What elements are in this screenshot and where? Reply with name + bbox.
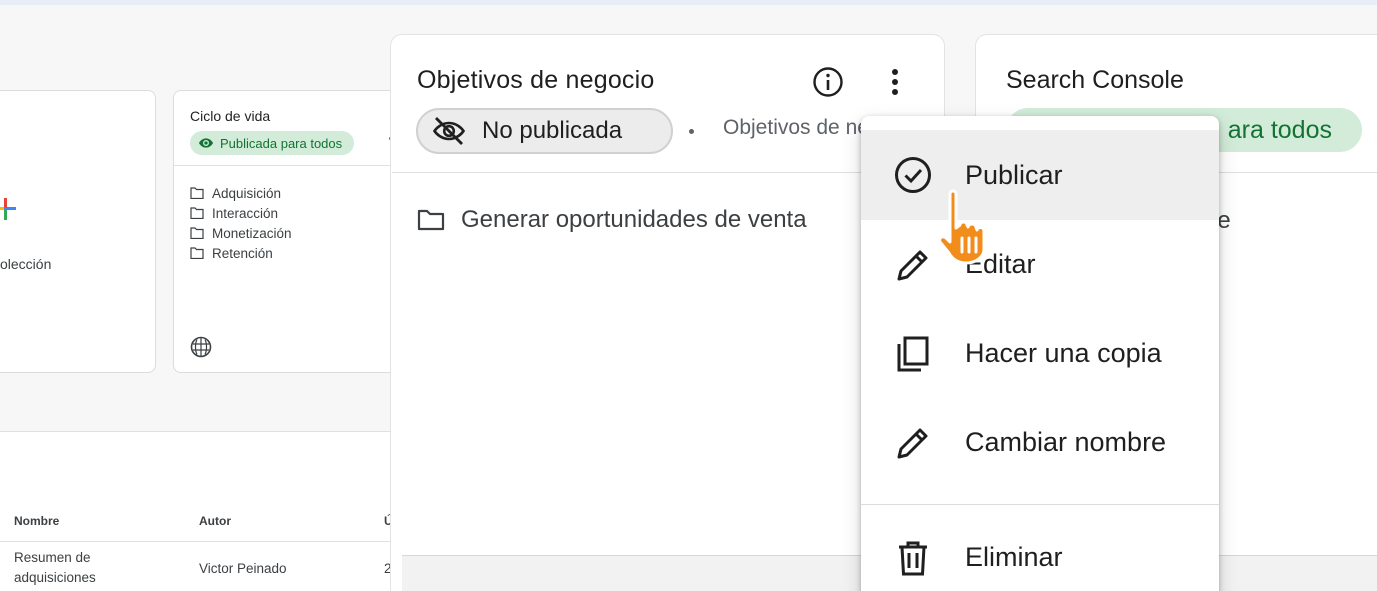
separator-dot [689, 129, 694, 134]
check-circle-icon [895, 157, 931, 193]
more-vert-icon [892, 69, 898, 95]
folder-icon [190, 227, 204, 239]
menu-item-rename[interactable]: Cambiar nombre [861, 398, 1219, 487]
collection-label: olección [0, 256, 52, 272]
more-options-button[interactable] [877, 64, 913, 100]
menu-item-label: Eliminar [965, 542, 1063, 572]
folder-label: Adquisición [212, 185, 282, 201]
collection-card[interactable] [0, 90, 156, 373]
eye-off-icon [432, 117, 466, 145]
folder-item[interactable]: Retención [190, 243, 292, 263]
menu-item-duplicate[interactable]: Hacer una copia [861, 309, 1219, 398]
folder-item[interactable]: Interacción [190, 203, 292, 223]
pencil-icon [897, 428, 928, 458]
menu-item-publish[interactable]: Publicar [861, 130, 1219, 220]
menu-item-edit[interactable]: Editar [861, 220, 1219, 309]
pencil-icon [897, 250, 928, 280]
column-header-name[interactable]: Nombre [14, 514, 59, 528]
hand-cursor-icon [938, 189, 986, 265]
published-status-chip: Publicada para todos [190, 131, 355, 155]
info-icon [813, 67, 843, 97]
menu-item-delete[interactable]: Eliminar [861, 513, 1219, 591]
info-button[interactable] [810, 64, 846, 100]
folder-item[interactable]: Adquisición [190, 183, 292, 203]
trash-icon [899, 541, 927, 575]
lifecycle-folder-list: Adquisición Interacción Monetización Ret… [190, 183, 292, 263]
folder-label: Monetización [212, 225, 292, 241]
published-status-label: ara todos [1227, 115, 1332, 144]
lifecycle-title: Ciclo de vida [190, 108, 271, 124]
globe-icon [190, 336, 212, 358]
folder-item[interactable]: Generar oportunidades de venta [417, 206, 807, 234]
menu-divider [861, 504, 1219, 505]
table-header-divider [0, 541, 400, 542]
folder-icon [190, 187, 204, 199]
unpublished-status-label: No publicada [482, 117, 623, 144]
collection-reference-label: Objetivos de negocio [723, 116, 863, 139]
folder-icon [190, 247, 204, 259]
card-title: Objetivos de negocio [417, 66, 655, 94]
folder-icon [417, 209, 445, 231]
table-cell-name[interactable]: Resumen de adquisiciones [14, 548, 134, 588]
collection-reference[interactable]: Objetivos de negocio [713, 116, 863, 140]
menu-item-label: Cambiar nombre [965, 427, 1167, 457]
search-console-title: Search Console [1006, 66, 1184, 94]
copy-icon [897, 336, 929, 371]
menu-item-label: Hacer una copia [965, 338, 1162, 368]
folder-item[interactable]: Monetización [190, 223, 292, 243]
table-cell-author: Victor Peinado [199, 561, 287, 576]
top-bar [0, 0, 1377, 5]
divider [174, 165, 399, 166]
column-header-author[interactable]: Autor [199, 514, 231, 528]
google-plus-icon [0, 198, 16, 220]
unpublished-status-chip: No publicada [416, 108, 673, 154]
folder-label: Generar oportunidades de venta [461, 206, 807, 233]
published-status-label: Publicada para todos [220, 135, 343, 151]
folder-label: Interacción [212, 205, 279, 221]
eye-icon [199, 138, 213, 148]
folder-icon [190, 207, 204, 219]
folder-label: Retención [212, 245, 273, 261]
card-options-menu: Publicar Editar Hacer una copia Cambiar … [861, 116, 1219, 591]
